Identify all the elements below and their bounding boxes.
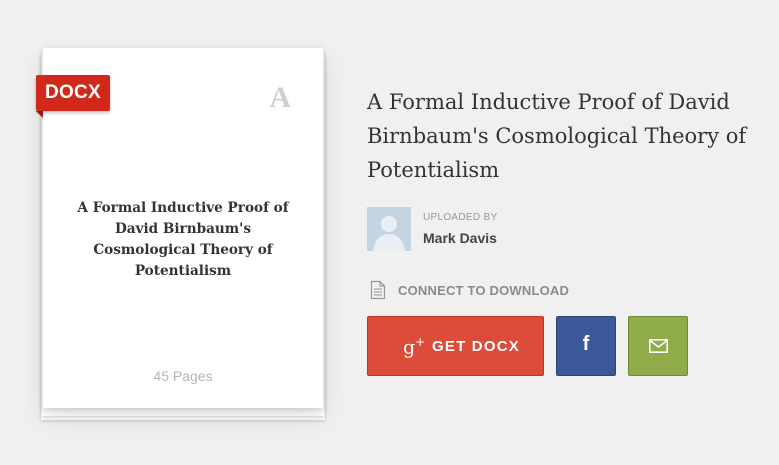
cover-title: A Formal Inductive Proof of David Birnba… bbox=[77, 200, 289, 279]
google-plus-icon: g+ bbox=[403, 335, 426, 359]
document-letter-watermark: A bbox=[269, 81, 291, 114]
avatar[interactable] bbox=[367, 207, 411, 251]
get-docx-label: GET DOCX bbox=[432, 338, 520, 355]
user-silhouette-icon bbox=[367, 207, 411, 251]
email-share-button[interactable] bbox=[628, 316, 688, 376]
uploader-name[interactable]: Mark Davis bbox=[423, 230, 497, 246]
document-icon bbox=[370, 280, 386, 300]
facebook-share-button[interactable]: f bbox=[556, 316, 616, 376]
page-title: A Formal Inductive Proof of David Birnba… bbox=[367, 90, 747, 182]
get-docx-button[interactable]: g+ GET DOCX bbox=[367, 316, 544, 376]
envelope-icon bbox=[649, 339, 668, 353]
connect-label: CONNECT TO DOWNLOAD bbox=[398, 283, 570, 298]
facebook-icon: f bbox=[582, 333, 590, 355]
document-preview[interactable]: DOCX A A Formal Inductive Proof of David… bbox=[36, 48, 325, 420]
document-cover[interactable]: DOCX A A Formal Inductive Proof of David… bbox=[36, 48, 323, 408]
page-count: 45 Pages bbox=[153, 368, 213, 384]
format-badge: DOCX bbox=[36, 75, 110, 118]
uploaded-by-label: UPLOADED BY bbox=[423, 212, 498, 223]
